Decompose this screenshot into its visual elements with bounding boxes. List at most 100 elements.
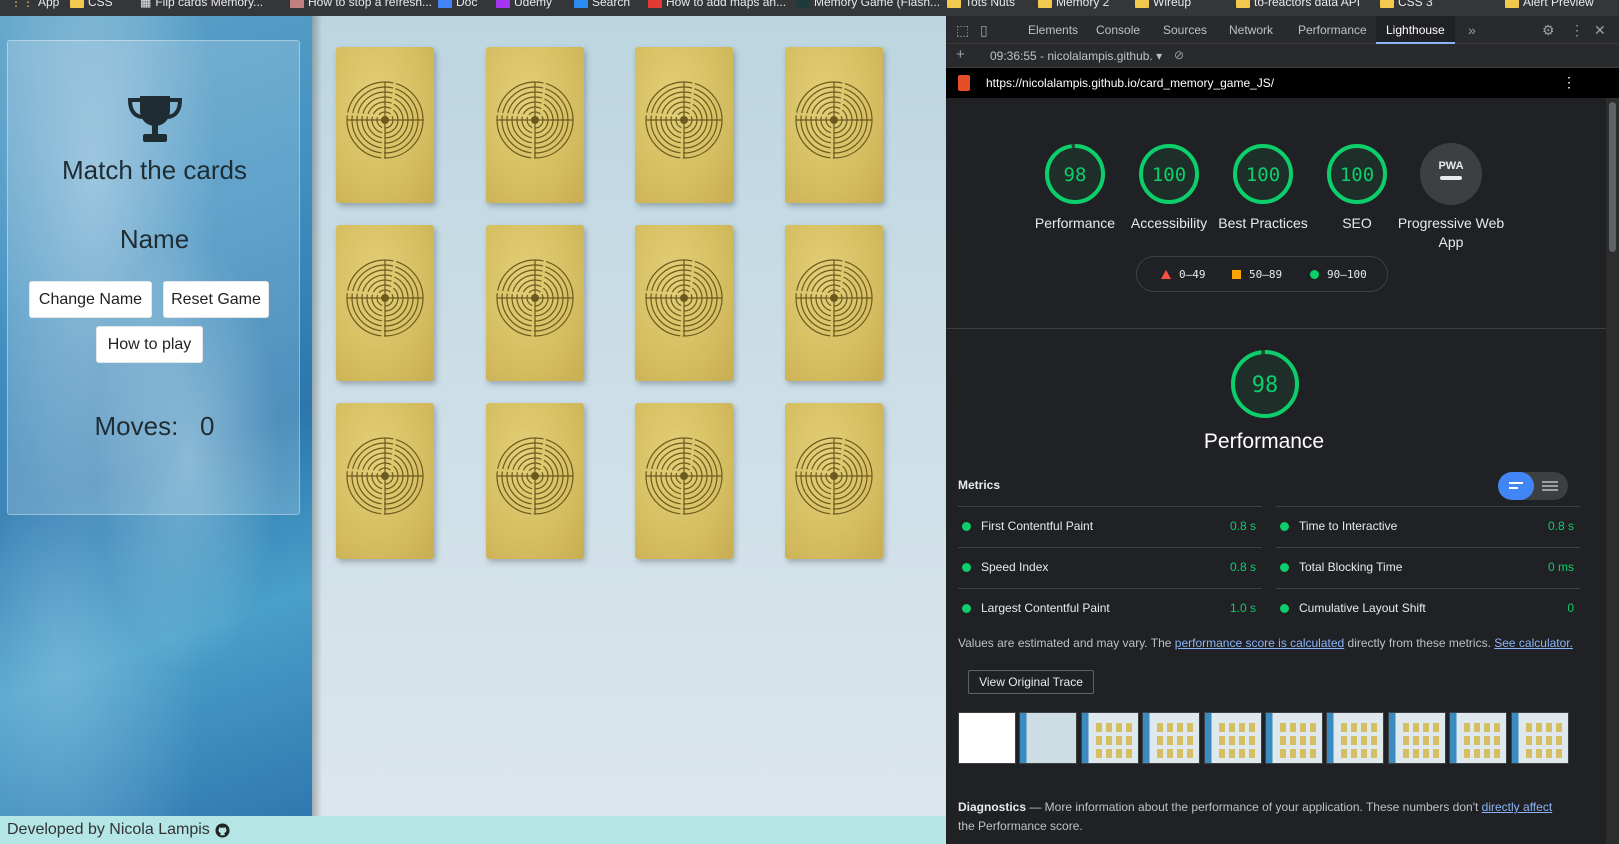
score-gauge-accessibility[interactable]: 100 <box>1137 142 1201 206</box>
score-gauge-performance[interactable]: 98 <box>1043 142 1107 206</box>
filmstrip-frame <box>1265 712 1323 764</box>
main-score-label: Performance <box>1203 430 1325 453</box>
inspect-icon[interactable]: ⬚ <box>956 16 969 44</box>
close-icon[interactable]: ✕ <box>1594 16 1606 44</box>
device-toggle-icon[interactable]: ▯ <box>980 16 988 44</box>
metric-value: 0.8 s <box>1229 560 1256 574</box>
gear-icon[interactable]: ⚙ <box>1542 16 1555 44</box>
average-square-icon <box>1232 270 1241 279</box>
metrics-view-toggle[interactable] <box>1498 472 1568 500</box>
score-value: 100 <box>1152 164 1186 186</box>
main-score-value: 98 <box>1252 373 1279 398</box>
tab-network[interactable]: Network <box>1229 16 1273 44</box>
bookmark-link[interactable]: How to stop a refresh... <box>290 0 432 10</box>
memory-card[interactable] <box>336 225 434 381</box>
bookmark-link[interactable]: Search <box>574 0 630 10</box>
lighthouse-icon <box>958 75 970 91</box>
score-gauge-best-practices[interactable]: 100 <box>1231 142 1295 206</box>
page-icon <box>796 0 810 8</box>
filmstrip-frame <box>1019 712 1078 764</box>
diagnostics-title: Diagnostics <box>958 800 1027 814</box>
bookmark-folder[interactable]: to-reactors data API <box>1236 0 1360 10</box>
pass-circle-icon <box>1310 270 1319 279</box>
filmstrip-frame <box>958 712 1016 764</box>
bookmarks-bar: ⋮⋮ App CSS ▦ Flip cards Memory... How to s… <box>0 0 1619 16</box>
memory-card[interactable] <box>486 225 584 381</box>
metric-value: 0.8 s <box>1547 519 1574 533</box>
memory-card[interactable] <box>486 403 584 559</box>
bookmark-folder[interactable]: CSS <box>70 0 113 10</box>
memory-card[interactable] <box>785 225 883 381</box>
metric-row: Time to Interactive 0.8 s <box>1276 506 1580 546</box>
bookmark-folder[interactable]: CSS 3 <box>1380 0 1433 10</box>
memory-card[interactable] <box>336 403 434 559</box>
toggle-compact-view[interactable] <box>1498 472 1534 500</box>
report-menu-icon[interactable]: ⋮ <box>1562 74 1576 91</box>
metric-name: Total Blocking Time <box>1299 560 1403 574</box>
bookmark-apps[interactable]: ⋮⋮ App <box>10 0 59 10</box>
score-gauge-progressive-web-app[interactable]: PWA <box>1419 142 1483 206</box>
plus-icon[interactable]: + <box>956 46 965 63</box>
memory-card[interactable] <box>336 47 434 203</box>
lighthouse-toolbar: + 09:36:55 - nicolalampis.github. ▾ ⊘ <box>946 44 1619 68</box>
scrollbar-thumb[interactable] <box>1609 102 1616 252</box>
bookmark-folder[interactable]: Wireup <box>1135 0 1191 10</box>
clear-icon[interactable]: ⊘ <box>1174 48 1184 62</box>
report-url[interactable]: https://nicolalampis.github.io/card_memo… <box>986 76 1274 90</box>
change-name-button[interactable]: Change Name <box>29 281 152 318</box>
memory-card[interactable] <box>635 47 733 203</box>
more-tabs-icon[interactable]: » <box>1468 16 1476 44</box>
reset-game-button[interactable]: Reset Game <box>163 281 269 318</box>
board-shadow <box>312 16 322 816</box>
bookmark-folder[interactable]: Alert Preview <box>1505 0 1594 10</box>
pwa-dash-icon <box>1440 176 1462 180</box>
labyrinth-icon <box>795 437 873 515</box>
filmstrip-frame <box>1510 712 1569 764</box>
pass-circle-icon <box>962 522 971 531</box>
tab-lighthouse[interactable]: Lighthouse <box>1376 16 1455 44</box>
bookmark-folder[interactable]: Tots Nuts <box>947 0 1015 10</box>
tab-console[interactable]: Console <box>1096 16 1140 44</box>
memory-card[interactable] <box>785 403 883 559</box>
memory-card[interactable] <box>486 47 584 203</box>
metric-row: Total Blocking Time 0 ms <box>1276 547 1580 587</box>
report-selector[interactable]: 09:36:55 - nicolalampis.github. ▾ <box>990 49 1162 63</box>
labyrinth-icon <box>346 259 424 337</box>
tab-elements[interactable]: Elements <box>1028 16 1078 44</box>
section-divider <box>946 328 1606 329</box>
metric-value: 0 <box>1567 601 1574 615</box>
memory-card[interactable] <box>785 47 883 203</box>
view-original-trace-button[interactable]: View Original Trace <box>968 670 1094 694</box>
bookmark-link[interactable]: ▦ Flip cards Memory... <box>140 0 263 10</box>
metric-name: First Contentful Paint <box>981 519 1094 533</box>
see-calculator-link[interactable]: See calculator. <box>1494 636 1573 650</box>
how-to-play-button[interactable]: How to play <box>96 326 203 363</box>
bookmark-link[interactable]: Udemy <box>496 0 552 10</box>
bookmark-folder[interactable]: Memory 2 <box>1038 0 1109 10</box>
score-label: Progressive Web App <box>1397 215 1505 250</box>
bookmark-link[interactable]: How to add maps an... <box>648 0 786 10</box>
folder-icon <box>1135 0 1149 8</box>
folder-icon <box>947 0 961 8</box>
tab-sources[interactable]: Sources <box>1163 16 1207 44</box>
folder-icon <box>1380 0 1394 8</box>
memory-card[interactable] <box>635 225 733 381</box>
report-scrollbar[interactable] <box>1606 98 1619 844</box>
bookmark-link[interactable]: Doc <box>438 0 477 10</box>
metric-row: First Contentful Paint 0.8 s <box>958 506 1262 546</box>
toggle-expanded-view[interactable] <box>1542 481 1558 483</box>
folder-icon <box>1236 0 1250 8</box>
score-gauge-seo[interactable]: 100 <box>1325 142 1389 206</box>
github-icon[interactable] <box>215 822 230 838</box>
kebab-menu-icon[interactable]: ⋮ <box>1570 16 1584 44</box>
tab-performance[interactable]: Performance <box>1298 16 1367 44</box>
labyrinth-icon <box>496 437 574 515</box>
bookmark-link[interactable]: Memory Game (Flash... <box>796 0 940 10</box>
score-calculated-link[interactable]: performance score is calculated <box>1175 636 1344 650</box>
web-page: Match the cards Name Change Name Reset G… <box>0 16 946 844</box>
lighthouse-report: 98 Performance 100 Accessibility 100 Best Pra… <box>946 98 1606 844</box>
apps-icon: ⋮⋮ <box>10 0 34 9</box>
search-icon <box>574 0 588 8</box>
directly-affect-link[interactable]: directly affect <box>1482 800 1552 814</box>
memory-card[interactable] <box>635 403 733 559</box>
